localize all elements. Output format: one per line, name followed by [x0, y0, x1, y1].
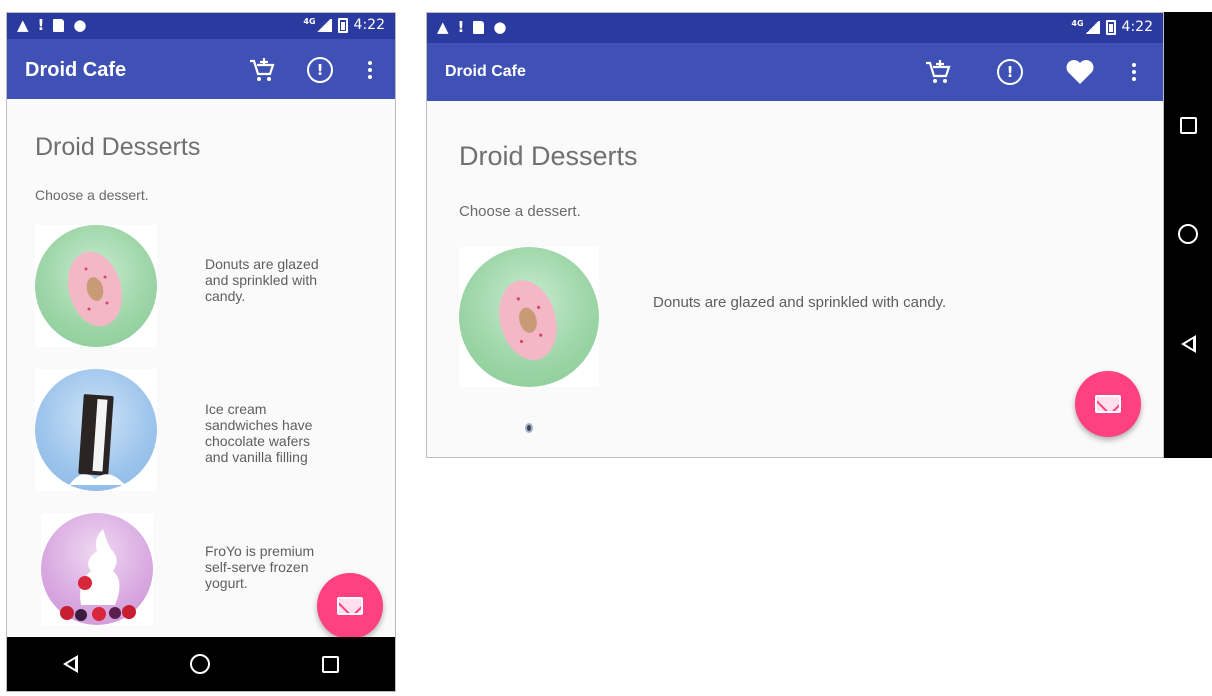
cart-add-icon[interactable] — [245, 53, 279, 87]
warning-icon: ▲ — [17, 16, 29, 34]
landscape-screenshot: ▲ ! ● 4G 4:22 Droid Cafe ! Droid Dessert… — [426, 12, 1212, 458]
signal-icon — [315, 18, 332, 32]
email-fab[interactable] — [317, 573, 383, 639]
donut-description: Donuts are glazed and sprinkled with can… — [205, 256, 319, 304]
warning-icon: ▲ — [437, 18, 449, 36]
ice-cream-sandwich-image[interactable] — [35, 369, 157, 491]
sync-icon: ● — [493, 18, 507, 36]
favorite-icon[interactable] — [1063, 55, 1097, 89]
clock: 4:22 — [353, 17, 385, 33]
main-content: Droid Desserts Choose a dessert. Donuts … — [7, 99, 395, 639]
alert-icon[interactable]: ! — [993, 55, 1027, 89]
exclamation-icon: ! — [37, 16, 45, 34]
battery-icon — [337, 17, 348, 33]
froyo-image[interactable] — [41, 513, 153, 625]
system-nav-bar — [7, 637, 395, 691]
page-title: Droid Desserts — [459, 141, 638, 171]
home-icon[interactable] — [190, 654, 210, 674]
ice-cream-sandwich-description: Ice cream sandwiches have chocolate wafe… — [205, 401, 313, 465]
recents-icon[interactable] — [1179, 117, 1197, 135]
system-nav-bar — [1164, 12, 1212, 458]
sync-icon: ● — [73, 16, 87, 34]
page-title: Droid Desserts — [35, 133, 201, 161]
overflow-menu-icon[interactable] — [1117, 55, 1151, 89]
portrait-screenshot: ▲ ! ● 4G 4:22 Droid Cafe ! Droid Dessert… — [6, 12, 396, 692]
donut-image[interactable] — [459, 247, 599, 387]
scroll-indicator — [525, 423, 533, 433]
exclamation-icon: ! — [457, 18, 465, 36]
app-bar: Droid Cafe ! — [427, 43, 1163, 101]
page-subtitle: Choose a dessert. — [35, 187, 149, 203]
email-fab[interactable] — [1075, 371, 1141, 437]
page-subtitle: Choose a dessert. — [459, 203, 581, 220]
alert-icon[interactable]: ! — [303, 53, 337, 87]
network-type: 4G — [1071, 18, 1084, 28]
clock: 4:22 — [1121, 19, 1153, 35]
network-type: 4G — [303, 16, 316, 26]
main-content: Droid Desserts Choose a dessert. Donuts … — [427, 101, 1163, 457]
donut-image[interactable] — [35, 225, 157, 347]
battery-icon — [1105, 19, 1116, 35]
cart-add-icon[interactable] — [921, 55, 955, 89]
landscape-screen: ▲ ! ● 4G 4:22 Droid Cafe ! Droid Dessert… — [426, 12, 1164, 458]
recents-icon[interactable] — [322, 655, 339, 673]
status-bar: ▲ ! ● 4G 4:22 — [427, 13, 1163, 43]
sd-card-icon — [473, 20, 485, 34]
signal-icon — [1083, 20, 1100, 34]
app-title: Droid Cafe — [25, 59, 127, 81]
sd-card-icon — [53, 18, 65, 32]
app-title: Droid Cafe — [445, 63, 526, 80]
app-bar: Droid Cafe ! — [7, 39, 395, 99]
home-icon[interactable] — [1178, 224, 1198, 245]
back-icon[interactable] — [1180, 334, 1196, 353]
back-icon[interactable] — [63, 655, 78, 673]
email-icon — [1095, 395, 1121, 413]
status-bar: ▲ ! ● 4G 4:22 — [7, 13, 395, 39]
donut-description: Donuts are glazed and sprinkled with can… — [653, 294, 947, 311]
overflow-menu-icon[interactable] — [353, 53, 387, 87]
email-icon — [337, 597, 363, 615]
